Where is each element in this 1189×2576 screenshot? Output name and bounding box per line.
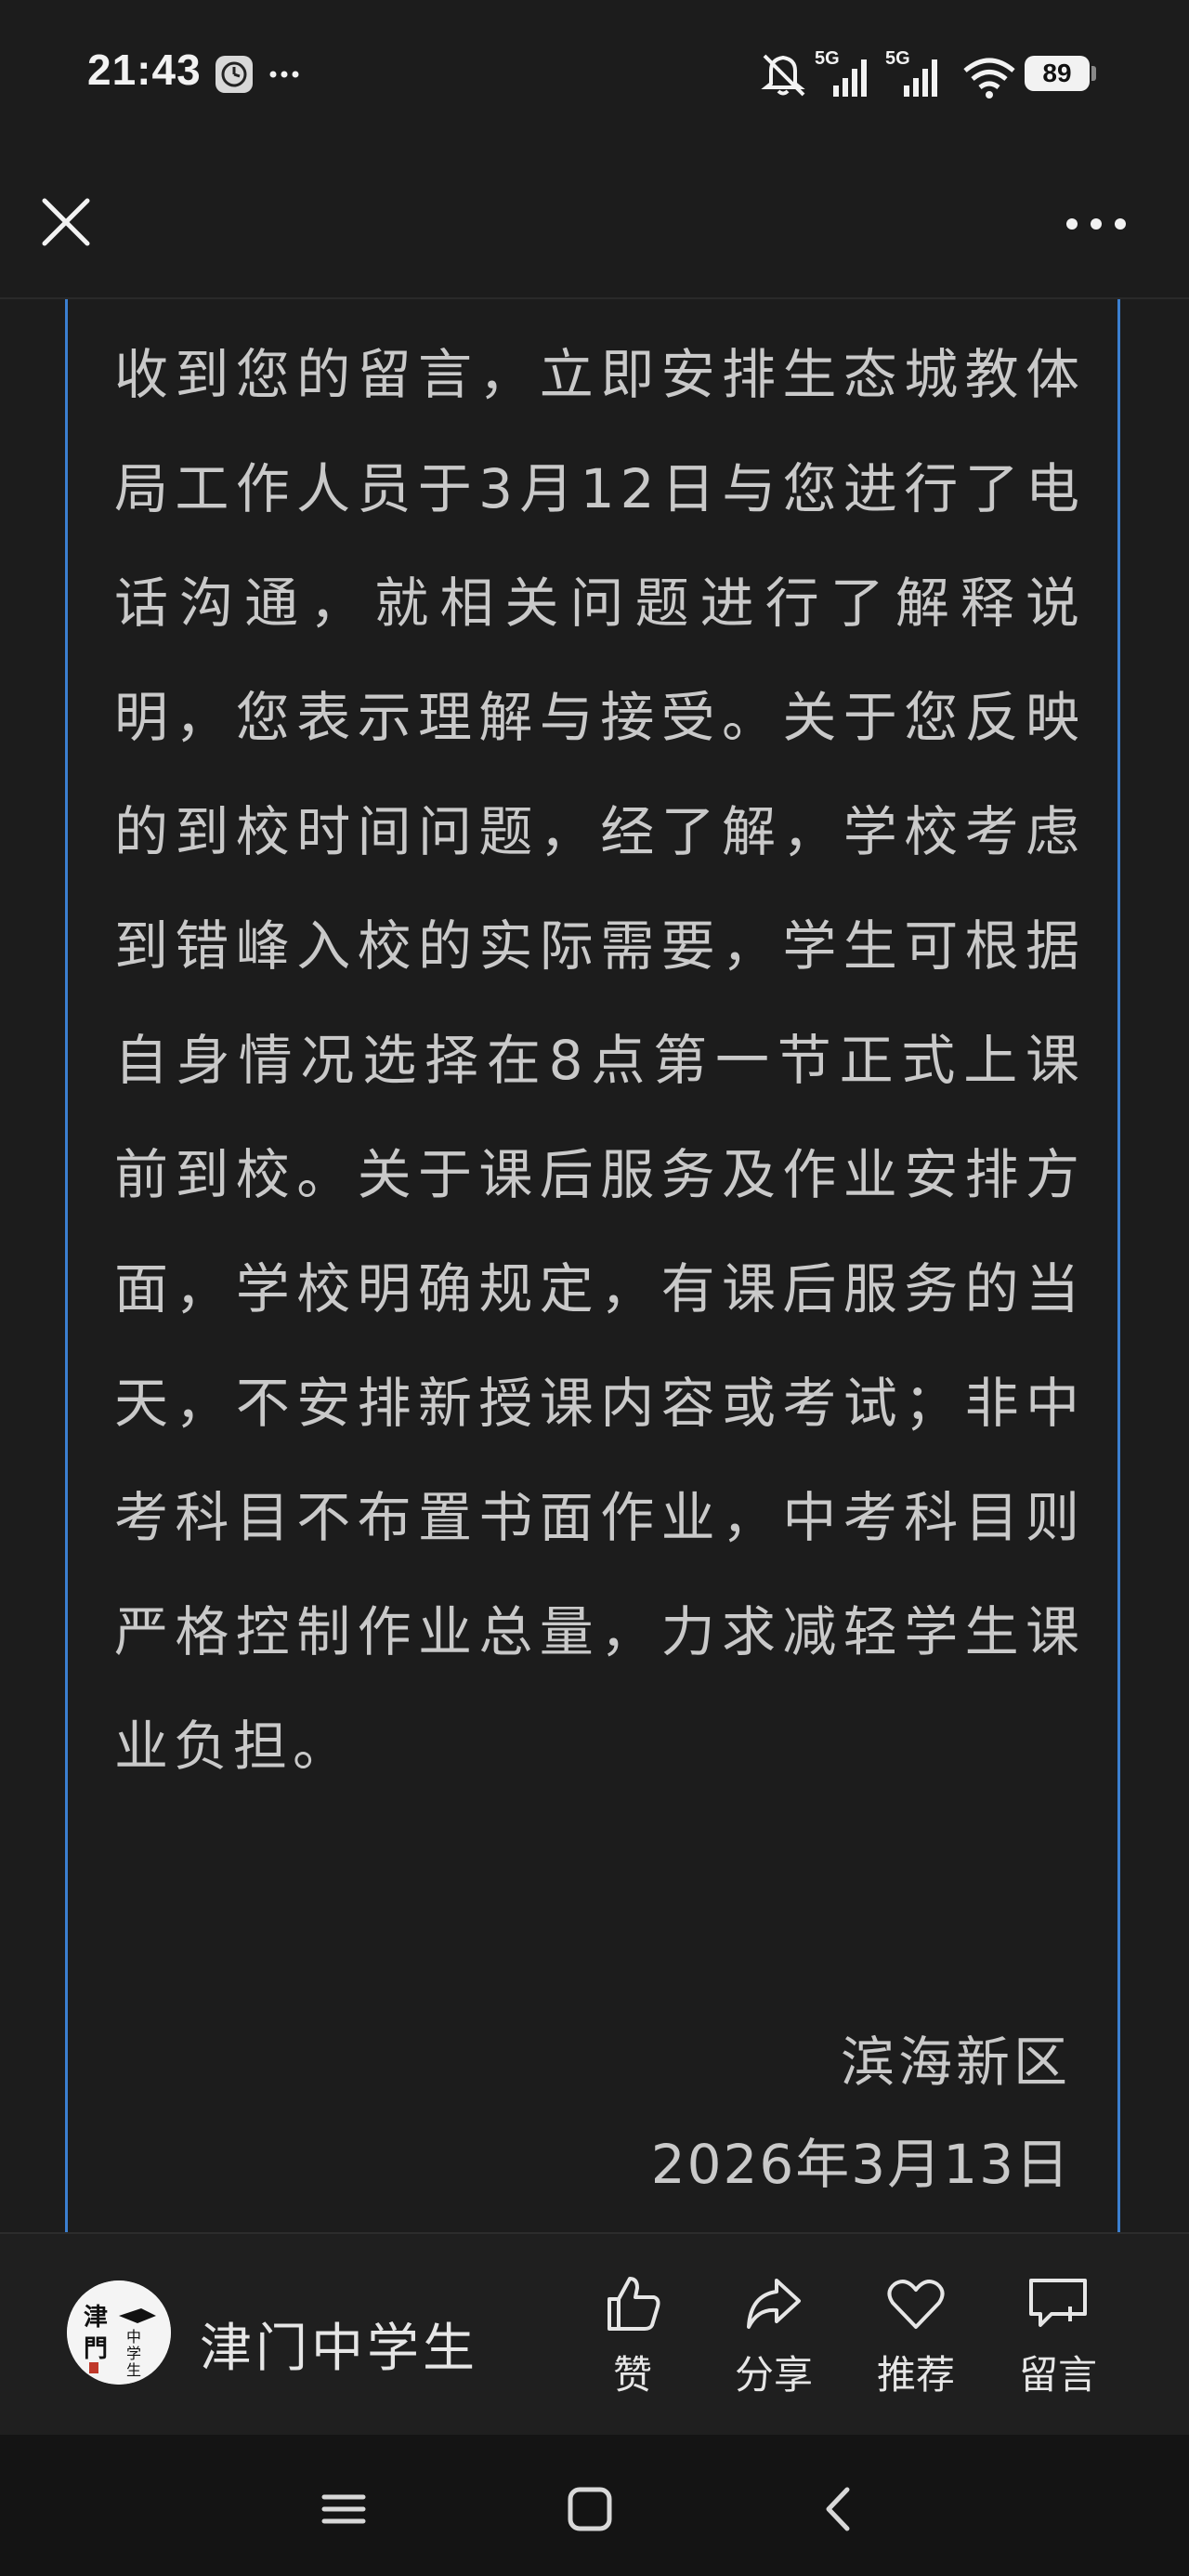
- svg-text:学: 学: [126, 2345, 141, 2362]
- article-signature: 滨海新区: [840, 2031, 1071, 2094]
- article-date: 2026年3月13日: [650, 2133, 1071, 2196]
- heart-icon: [887, 2280, 945, 2329]
- close-button[interactable]: [33, 190, 98, 255]
- mute-icon: [761, 54, 805, 97]
- status-bar: 21:43 5G 5G 89: [0, 0, 1189, 149]
- back-button[interactable]: [806, 2477, 871, 2542]
- status-left-icons: [214, 54, 316, 99]
- battery-indicator: 89: [1025, 56, 1090, 91]
- page: 21:43 5G 5G 89 收到您的留言，立即安排生态城教体局工作人员于3月1…: [0, 0, 1189, 2576]
- account-name[interactable]: 津门中学生: [200, 2307, 478, 2382]
- svg-text:中: 中: [126, 2328, 141, 2346]
- comment-label: 留言: [1018, 2352, 1097, 2398]
- svg-text:門: 門: [84, 2335, 108, 2363]
- article-body: 收到您的留言，立即安排生态城教体局工作人员于3月12日与您进行了电话沟通，就相关…: [114, 343, 1085, 1778]
- recent-apps-button[interactable]: [311, 2477, 376, 2542]
- share-button[interactable]: 分享: [723, 2271, 825, 2400]
- back-chevron-icon: [826, 2487, 850, 2531]
- home-icon: [568, 2487, 612, 2531]
- top-nav: [0, 149, 1189, 299]
- share-arrow-icon: [747, 2279, 801, 2329]
- status-time: 21:43: [87, 46, 202, 94]
- comment-add-icon: [1029, 2279, 1087, 2327]
- close-icon: [42, 198, 90, 246]
- thumbs-up-icon: [608, 2277, 660, 2331]
- more-dots-icon: [1066, 218, 1126, 230]
- account-avatar[interactable]: 津 門 中 学 生: [67, 2280, 171, 2385]
- svg-text:津: 津: [84, 2304, 108, 2332]
- app-notification-icon: [216, 56, 299, 93]
- signal-1-icon: [833, 59, 867, 97]
- like-button[interactable]: 赞: [581, 2271, 684, 2400]
- more-options-button[interactable]: [1059, 201, 1133, 247]
- account-logo-icon: 津 門 中 学 生: [67, 2280, 171, 2385]
- wifi-icon: [963, 58, 1015, 99]
- recent-apps-icon: [321, 2494, 366, 2524]
- signal-2-icon: [904, 59, 937, 97]
- system-nav-bar: [0, 2435, 1189, 2576]
- share-label: 分享: [734, 2352, 813, 2398]
- like-label: 赞: [612, 2352, 652, 2398]
- battery-tip: [1091, 66, 1096, 81]
- action-bar: 津 門 中 学 生 津门中学生 赞 分享 推荐 留言: [0, 2232, 1189, 2437]
- recommend-label: 推荐: [876, 2352, 955, 2398]
- article-frame: 收到您的留言，立即安排生态城教体局工作人员于3月12日与您进行了电话沟通，就相关…: [65, 299, 1120, 2232]
- comment-button[interactable]: 留言: [1007, 2271, 1109, 2400]
- article-content[interactable]: 收到您的留言，立即安排生态城教体局工作人员于3月12日与您进行了电话沟通，就相关…: [0, 299, 1189, 2232]
- svg-text:生: 生: [126, 2361, 141, 2379]
- recommend-button[interactable]: 推荐: [865, 2271, 967, 2400]
- home-button[interactable]: [557, 2477, 622, 2542]
